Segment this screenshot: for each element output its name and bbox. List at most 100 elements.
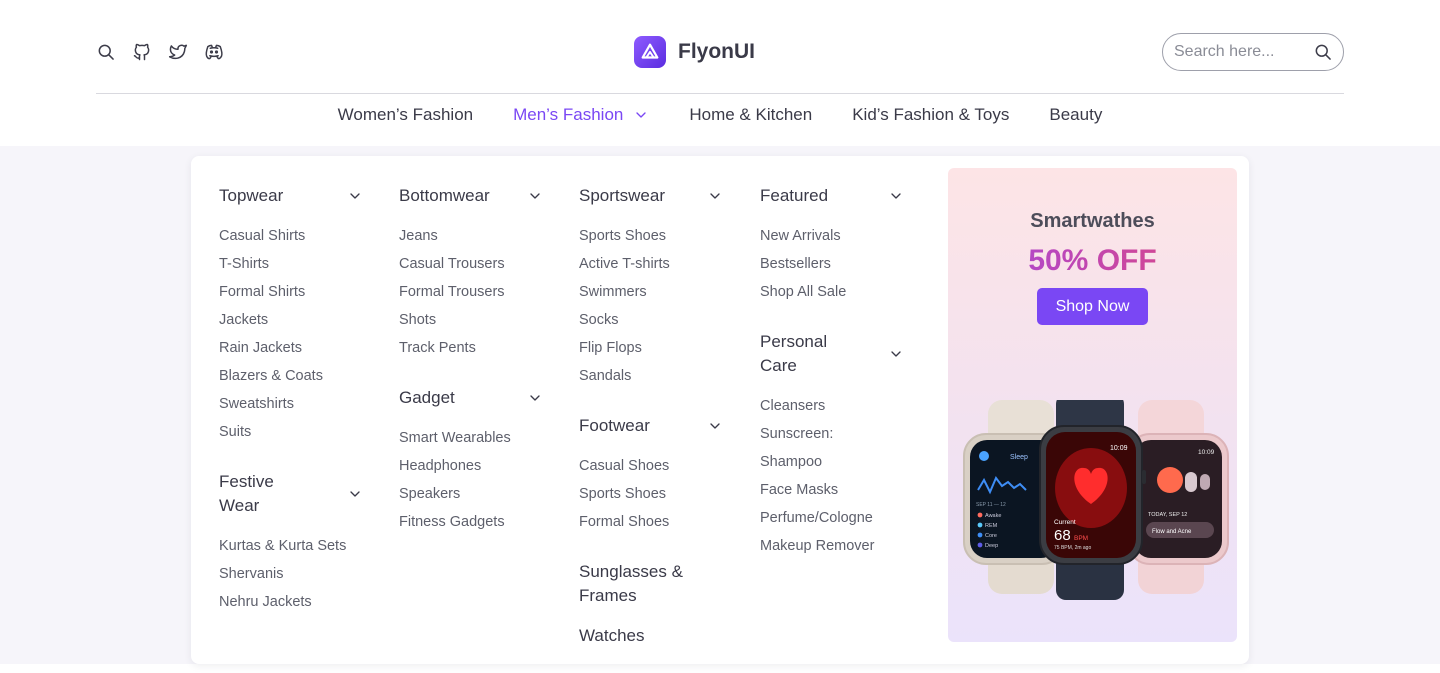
menu-link[interactable]: Jackets [219, 306, 369, 334]
main-nav: Women’s Fashion Men’s Fashion Home & Kit… [0, 103, 1440, 127]
section-header-featured[interactable]: Featured [760, 184, 910, 208]
menu-link[interactable]: Casual Shoes [579, 452, 729, 480]
menu-column-3: Sportswear Sports Shoes Active T-shirts … [579, 184, 729, 664]
watch-center-unit: BPM [1074, 535, 1088, 542]
section-title: Footwear [579, 416, 650, 435]
menu-link[interactable]: Sunscreen: [760, 420, 910, 448]
section-title-line: Personal [760, 332, 828, 351]
section-title: Topwear [219, 186, 284, 205]
menu-link[interactable]: Rain Jackets [219, 334, 369, 362]
watch-right-label: Flow and Acne [1152, 529, 1192, 535]
nav-item-label: Home & Kitchen [689, 105, 813, 124]
menu-link[interactable]: Perfume/Cologne [760, 504, 910, 532]
menu-link[interactable]: Formal Shoes [579, 508, 729, 536]
menu-link[interactable]: T-Shirts [219, 250, 369, 278]
brand-name: FlyonUI [678, 40, 755, 63]
search-box[interactable] [1162, 33, 1344, 71]
menu-link[interactable]: Shampoo [760, 448, 910, 476]
search-icon[interactable] [1313, 42, 1333, 62]
search-icon[interactable] [96, 42, 116, 62]
watch-left-stat-rem: REM [985, 523, 998, 529]
menu-link[interactable]: Smart Wearables [399, 424, 549, 452]
menu-link[interactable]: Bestsellers [760, 250, 910, 278]
github-icon[interactable] [132, 42, 152, 62]
menu-link[interactable]: Formal Trousers [399, 278, 549, 306]
watch-left-stat-core: Core [985, 533, 997, 539]
section-header-bottomwear[interactable]: Bottomwear [399, 184, 549, 208]
menu-link[interactable]: Sports Shoes [579, 480, 729, 508]
menu-link[interactable]: Track Pents [399, 334, 549, 362]
menu-link[interactable]: Jeans [399, 222, 549, 250]
menu-link[interactable]: Swimmers [579, 278, 729, 306]
section-header-sportswear[interactable]: Sportswear [579, 184, 729, 208]
menu-link[interactable]: Cleansers [760, 392, 910, 420]
menu-link[interactable]: Blazers & Coats [219, 362, 369, 390]
watch-left-stat-awake: Awake [985, 513, 1001, 519]
menu-link[interactable]: New Arrivals [760, 222, 910, 250]
nav-item-kids-fashion-toys[interactable]: Kid’s Fashion & Toys [852, 103, 1009, 127]
menu-link[interactable]: Suits [219, 418, 369, 446]
watch-left-date: SEP 11 — 12 [976, 502, 1006, 508]
menu-link[interactable]: Makeup Remover [760, 532, 910, 560]
menu-link[interactable]: Formal Shirts [219, 278, 369, 306]
chevron-down-icon [710, 423, 720, 429]
watch-center-time: 10:09 [1110, 445, 1128, 452]
section-sportswear: Sportswear Sports Shoes Active T-shirts … [579, 184, 729, 390]
section-topwear: Topwear Casual Shirts T-Shirts Formal Sh… [219, 184, 369, 446]
menu-column-4: Featured New Arrivals Bestsellers Shop A… [760, 184, 910, 584]
search-input[interactable] [1174, 43, 1304, 61]
discord-icon[interactable] [204, 42, 224, 62]
header-icon-group [96, 42, 224, 62]
nav-item-label: Women’s Fashion [337, 105, 474, 124]
chevron-down-icon [530, 193, 540, 199]
menu-heading-sunglasses-frames[interactable]: Sunglasses & Frames [579, 560, 729, 608]
section-header-festive-wear[interactable]: Festive Wear [219, 470, 369, 518]
header-divider [96, 93, 1344, 94]
menu-link[interactable]: Sports Shoes [579, 222, 729, 250]
section-header-personal-care[interactable]: Personal Care [760, 330, 910, 378]
menu-link[interactable]: Casual Shirts [219, 222, 369, 250]
section-title-line: Sunglasses & [579, 562, 683, 581]
menu-link[interactable]: Fitness Gadgets [399, 508, 549, 536]
menu-heading-watches[interactable]: Watches [579, 624, 729, 648]
menu-link[interactable]: Headphones [399, 452, 549, 480]
section-header-topwear[interactable]: Topwear [219, 184, 369, 208]
watch-left-stat-deep: Deep [985, 543, 998, 549]
watch-right-date: TODAY, SEP 12 [1148, 512, 1187, 518]
menu-link[interactable]: Shots [399, 306, 549, 334]
menu-link[interactable]: Speakers [399, 480, 549, 508]
section-header-footwear[interactable]: Footwear [579, 414, 729, 438]
nav-item-womens-fashion[interactable]: Women’s Fashion [338, 103, 473, 127]
menu-link[interactable]: Flip Flops [579, 334, 729, 362]
menu-link[interactable]: Shervanis [219, 560, 369, 588]
chevron-down-icon [350, 193, 360, 199]
menu-link[interactable]: Active T-shirts [579, 250, 729, 278]
nav-item-mens-fashion[interactable]: Men’s Fashion [513, 103, 649, 127]
shop-now-button[interactable]: Shop Now [1037, 288, 1148, 325]
section-title-line: Care [760, 356, 797, 375]
menu-link[interactable]: Kurtas & Kurta Sets [219, 532, 369, 560]
menu-link[interactable]: Nehru Jackets [219, 588, 369, 616]
menu-link[interactable]: Face Masks [760, 476, 910, 504]
menu-link[interactable]: Shop All Sale [760, 278, 910, 306]
watch-center-bpm: 68 [1054, 527, 1071, 544]
menu-column-2: Bottomwear Jeans Casual Trousers Formal … [399, 184, 549, 560]
section-title-line: Wear [219, 496, 260, 515]
section-bottomwear: Bottomwear Jeans Casual Trousers Formal … [399, 184, 549, 362]
menu-link[interactable]: Sandals [579, 362, 729, 390]
promo-title: Smartwathes [1030, 210, 1155, 232]
section-title: Featured [760, 186, 829, 205]
nav-item-beauty[interactable]: Beauty [1049, 103, 1102, 127]
nav-item-home-kitchen[interactable]: Home & Kitchen [689, 103, 812, 127]
menu-link[interactable]: Casual Trousers [399, 250, 549, 278]
twitter-icon[interactable] [168, 42, 188, 62]
section-title-line: Festive [219, 472, 274, 491]
smartwatches-image: Sleep SEP 11 — 12 Awake REM Core Deep 10… [963, 400, 1229, 600]
menu-link[interactable]: Socks [579, 306, 729, 334]
menu-link[interactable]: Sweatshirts [219, 390, 369, 418]
section-header-gadget[interactable]: Gadget [399, 386, 549, 410]
promo-discount: 50% OFF [948, 244, 1237, 278]
brand[interactable]: FlyonUI [634, 36, 755, 68]
watch-left-label: Sleep [1010, 454, 1028, 461]
chevron-down-icon [530, 395, 540, 401]
